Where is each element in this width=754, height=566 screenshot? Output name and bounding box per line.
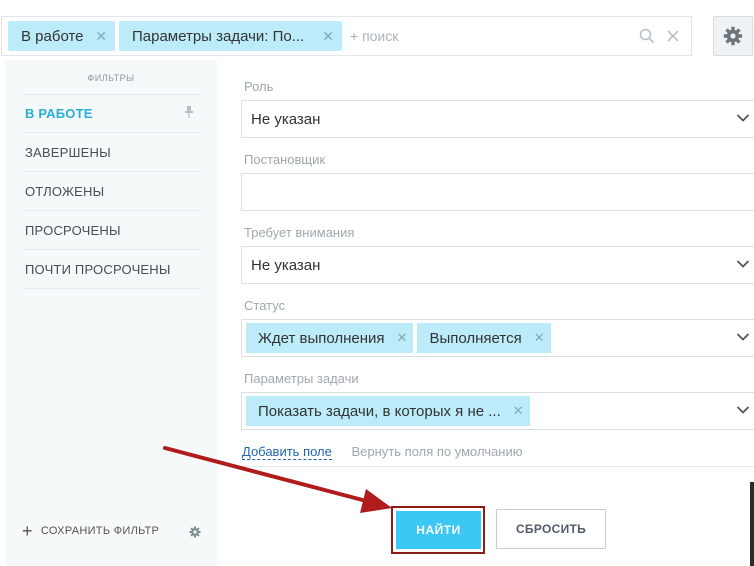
reset-fields-link[interactable]: Вернуть поля по умолчанию (352, 444, 523, 459)
field-links: Добавить поле Вернуть поля по умолчанию (242, 444, 523, 460)
task-params-label: Параметры задачи (244, 371, 359, 386)
search-chip-task-params[interactable]: Параметры задачи: По... ✕ (119, 21, 342, 51)
sidebar-item-completed[interactable]: ЗАВЕРШЕНЫ (22, 133, 200, 172)
chevron-down-icon (736, 114, 750, 122)
filter-search-bar[interactable]: В работе ✕ Параметры задачи: По... ✕ + п… (1, 16, 692, 56)
gear-icon[interactable] (189, 525, 201, 543)
creator-label: Постановщик (244, 152, 326, 167)
add-field-link[interactable]: Добавить поле (242, 444, 332, 460)
sidebar-item-overdue[interactable]: ПРОСРОЧЕНЫ (22, 211, 200, 250)
save-filter-label: СОХРАНИТЬ ФИЛЬТР (40, 525, 160, 537)
status-tag-waiting[interactable]: Ждет выполнения ✕ (246, 323, 414, 353)
filter-popup: ФИЛЬТРЫ В РАБОТЕ ЗАВЕРШЕНЫ ОТЛОЖЕНЫ ПРОС… (0, 60, 754, 566)
gear-icon (723, 26, 743, 46)
pin-icon[interactable] (184, 106, 194, 121)
clear-icon[interactable] (663, 26, 683, 46)
attention-value: Не указан (251, 256, 321, 274)
chevron-down-icon (736, 260, 750, 268)
chevron-down-icon (736, 333, 750, 341)
settings-button[interactable] (713, 16, 753, 56)
status-label: Статус (244, 298, 286, 313)
search-input[interactable]: + поиск (350, 28, 631, 44)
chevron-down-icon (736, 406, 750, 414)
tag-label: Выполняется (429, 329, 522, 347)
close-icon[interactable]: ✕ (534, 330, 545, 346)
tag-label: Ждет выполнения (258, 329, 385, 347)
search-actions (631, 26, 683, 46)
task-params-tag[interactable]: Показать задачи, в которых я не ... ✕ (246, 396, 530, 426)
search-icon[interactable] (637, 26, 657, 46)
status-tag-in-progress[interactable]: Выполняется ✕ (417, 323, 551, 353)
sidebar-item-label: В РАБОТЕ (25, 106, 93, 121)
find-button[interactable]: НАЙТИ (396, 511, 481, 549)
close-icon[interactable]: ✕ (397, 330, 408, 346)
sidebar-title: ФИЛЬТРЫ (87, 73, 135, 83)
scrollbar[interactable] (750, 482, 754, 566)
filter-sidebar: ФИЛЬТРЫ В РАБОТЕ ЗАВЕРШЕНЫ ОТЛОЖЕНЫ ПРОС… (5, 60, 217, 566)
close-icon[interactable]: ✕ (95, 28, 107, 45)
sidebar-item-label: ЗАВЕРШЕНЫ (25, 145, 111, 160)
sidebar-item-label: ОТЛОЖЕНЫ (25, 184, 105, 199)
close-icon[interactable]: ✕ (513, 403, 524, 419)
attention-select[interactable]: Не указан (241, 246, 754, 284)
sidebar-item-deferred[interactable]: ОТЛОЖЕНЫ (22, 172, 200, 211)
save-filter-button[interactable]: + СОХРАНИТЬ ФИЛЬТР (22, 522, 159, 540)
chip-label: В работе (21, 27, 84, 45)
creator-field[interactable] (241, 173, 754, 211)
role-value: Не указан (251, 110, 321, 128)
attention-label: Требует внимания (244, 225, 355, 240)
tag-label: Показать задачи, в которых я не ... (258, 402, 501, 420)
status-multiselect[interactable]: Ждет выполнения ✕ Выполняется ✕ (241, 319, 754, 357)
task-params-multiselect[interactable]: Показать задачи, в которых я не ... ✕ (241, 392, 754, 430)
sidebar-item-in-work[interactable]: В РАБОТЕ (22, 94, 200, 133)
sidebar-item-almost-overdue[interactable]: ПОЧТИ ПРОСРОЧЕНЫ (22, 250, 200, 289)
filter-presets: В РАБОТЕ ЗАВЕРШЕНЫ ОТЛОЖЕНЫ ПРОСРОЧЕНЫ П… (22, 94, 200, 289)
role-label: Роль (244, 79, 274, 94)
plus-icon: + (22, 521, 33, 541)
sidebar-item-label: ПРОСРОЧЕНЫ (25, 223, 121, 238)
chip-label: Параметры задачи: По... (132, 27, 305, 45)
reset-button[interactable]: СБРОСИТЬ (496, 509, 606, 549)
footer-divider (241, 466, 754, 467)
role-select[interactable]: Не указан (241, 100, 754, 138)
search-chip-in-work[interactable]: В работе ✕ (8, 21, 115, 51)
close-icon[interactable]: ✕ (322, 28, 334, 45)
sidebar-item-label: ПОЧТИ ПРОСРОЧЕНЫ (25, 262, 171, 277)
